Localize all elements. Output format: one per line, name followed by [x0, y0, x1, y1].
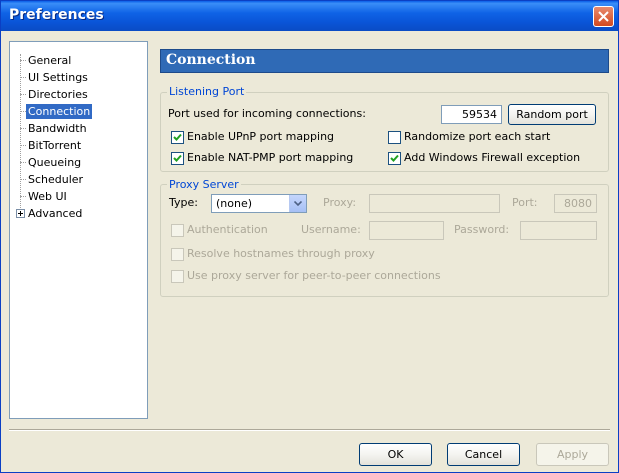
firewall-checkbox[interactable] — [388, 152, 401, 165]
sidebar-item-queueing[interactable]: Queueing — [26, 155, 83, 170]
sidebar-item-connection[interactable]: Connection — [26, 104, 93, 119]
proxy-host-label: Proxy: — [323, 196, 357, 209]
listening-port-legend: Listening Port — [167, 85, 247, 98]
apply-button[interactable]: Apply — [536, 443, 609, 466]
proxy-port-input[interactable]: 8080 — [554, 194, 597, 213]
sidebar-item-scheduler[interactable]: Scheduler — [26, 172, 85, 187]
sidebar-item-directories[interactable]: Directories — [26, 87, 90, 102]
port-label: Port used for incoming connections: — [168, 107, 366, 120]
cancel-button[interactable]: Cancel — [447, 443, 520, 466]
proxy-type-label: Type: — [169, 196, 198, 209]
close-button[interactable] — [593, 6, 614, 27]
proxy-type-select[interactable]: (none) — [211, 194, 307, 213]
username-label: Username: — [301, 223, 361, 236]
upnp-checkbox[interactable] — [171, 131, 184, 144]
natpmp-checkbox[interactable] — [171, 152, 184, 165]
checkmark-icon — [173, 154, 182, 162]
ok-button[interactable]: OK — [359, 443, 432, 466]
proxy-host-input[interactable] — [369, 194, 500, 213]
proxy-type-value: (none) — [216, 197, 253, 210]
checkmark-icon — [390, 154, 399, 162]
title-bar[interactable]: Preferences — [1, 1, 618, 31]
randomize-port-checkbox[interactable] — [388, 131, 401, 144]
expand-plus-icon[interactable] — [16, 209, 25, 218]
sidebar-item-general[interactable]: General — [26, 53, 73, 68]
authentication-label: Authentication — [187, 223, 268, 236]
firewall-label: Add Windows Firewall exception — [404, 151, 581, 164]
sidebar-item-web-ui[interactable]: Web UI — [26, 189, 69, 204]
random-port-button[interactable]: Random port — [508, 104, 596, 125]
password-input[interactable] — [520, 221, 597, 240]
close-icon — [598, 11, 609, 22]
footer-separator — [9, 429, 610, 431]
password-label: Password: — [454, 223, 510, 236]
sidebar-item-bittorrent[interactable]: BitTorrent — [26, 138, 83, 153]
proxy-p2p-checkbox[interactable] — [171, 270, 184, 283]
proxy-p2p-label: Use proxy server for peer-to-peer connec… — [187, 269, 441, 282]
page-title: Connection — [166, 52, 256, 68]
proxy-port-label: Port: — [512, 196, 538, 209]
category-tree[interactable]: General UI Settings Directories Connecti… — [9, 41, 148, 419]
sidebar-item-advanced[interactable]: Advanced — [26, 206, 84, 221]
port-input[interactable]: 59534 — [441, 105, 502, 124]
resolve-hostnames-checkbox[interactable] — [171, 248, 184, 261]
sidebar-item-bandwidth[interactable]: Bandwidth — [26, 121, 89, 136]
preferences-window: Preferences General UI Settings Director… — [0, 0, 619, 473]
resolve-hostnames-label: Resolve hostnames through proxy — [187, 247, 375, 260]
chevron-down-icon — [294, 201, 302, 206]
sidebar-item-ui-settings[interactable]: UI Settings — [26, 70, 90, 85]
tree-guide-line — [20, 54, 21, 214]
section-header: Connection — [160, 49, 609, 73]
window-title: Preferences — [9, 7, 104, 23]
natpmp-label: Enable NAT-PMP port mapping — [187, 151, 354, 164]
upnp-label: Enable UPnP port mapping — [187, 130, 335, 143]
randomize-port-label: Randomize port each start — [404, 130, 551, 143]
checkmark-icon — [173, 133, 182, 141]
username-input[interactable] — [369, 221, 444, 240]
authentication-checkbox[interactable] — [171, 224, 184, 237]
proxy-server-legend: Proxy Server — [167, 178, 241, 191]
dropdown-arrow[interactable] — [289, 195, 306, 212]
